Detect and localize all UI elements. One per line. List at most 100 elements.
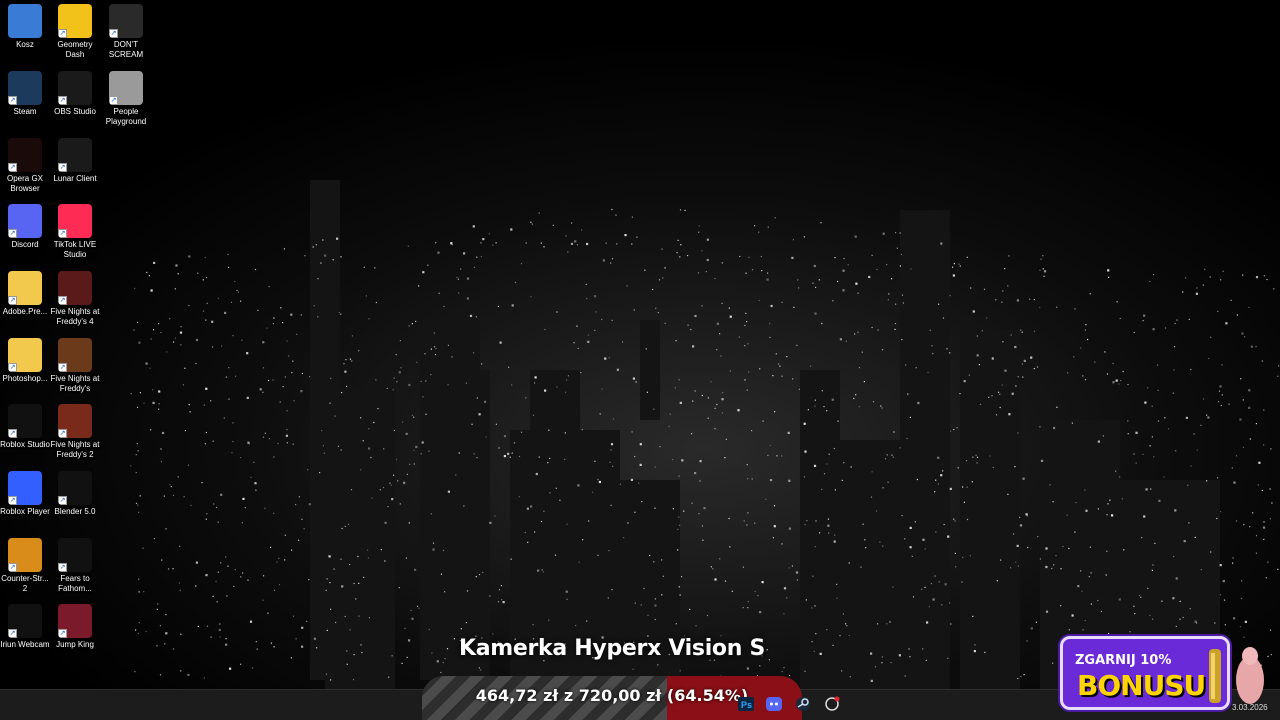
shortcut-arrow-icon: ↗ (58, 363, 67, 372)
desktop-icon[interactable]: ↗ TikTok LIVE Studio (50, 200, 100, 260)
folder-icon: ↗ (8, 271, 42, 305)
desktop-icon[interactable]: ↗ Fears to Fathom... (50, 534, 100, 594)
desktop-icon[interactable]: ↗ Iriun Webcam (0, 600, 50, 650)
fears-to-fathom-icon: ↗ (58, 538, 92, 572)
desktop-icon-label: Lunar Client (53, 174, 97, 183)
desktop-icon-label: Photoshop... (2, 374, 48, 383)
recycle-bin-icon (8, 4, 42, 38)
roblox-studio-icon: ↗ (8, 404, 42, 438)
desktop-icon[interactable]: ↗ Five Nights at Freddy's 4 (50, 267, 100, 327)
desktop-icon-label: Counter-Str... 2 (1, 574, 49, 593)
desktop-icon[interactable]: ↗ Counter-Str... 2 (0, 534, 50, 594)
shortcut-arrow-icon: ↗ (8, 229, 17, 238)
shortcut-arrow-icon: ↗ (58, 296, 67, 305)
svg-text:Ps: Ps (741, 700, 752, 710)
steam-icon[interactable] (793, 694, 813, 714)
discord-icon[interactable] (764, 694, 784, 714)
geometry-dash-icon: ↗ (58, 4, 92, 38)
obs-icon: ↗ (58, 71, 92, 105)
desktop-icon[interactable]: ↗ Jump King (50, 600, 100, 650)
city-night-wallpaper (0, 0, 1280, 690)
counter-strike-icon: ↗ (8, 538, 42, 572)
desktop-icon-label: OBS Studio (54, 107, 96, 116)
dont-scream-icon: ↗ (109, 4, 143, 38)
promo-line-1: ZGARNIJ 10% (1075, 653, 1172, 668)
desktop-icon-label: Iriun Webcam (0, 640, 50, 649)
shortcut-arrow-icon: ↗ (58, 229, 67, 238)
desktop-icon-label: People Playground (105, 107, 147, 126)
blender-icon: ↗ (58, 471, 92, 505)
roblox-player-icon: ↗ (8, 471, 42, 505)
shortcut-arrow-icon: ↗ (58, 563, 67, 572)
desktop-icon[interactable]: ↗ DON'T SCREAM (101, 0, 151, 60)
shortcut-arrow-icon: ↗ (109, 29, 118, 38)
shortcut-arrow-icon: ↗ (8, 96, 17, 105)
desktop-icon-label: Kosz (16, 40, 34, 49)
shortcut-arrow-icon: ↗ (58, 429, 67, 438)
desktop-icon[interactable]: Kosz (0, 0, 50, 50)
desktop-icon[interactable]: ↗ Adobe.Pre... (0, 267, 50, 317)
desktop-icon[interactable]: ↗ OBS Studio (50, 67, 100, 117)
shortcut-arrow-icon: ↗ (58, 496, 67, 505)
desktop-icon[interactable]: ↗ Geometry Dash (50, 0, 100, 60)
desktop-icon[interactable]: ↗ Roblox Studio (0, 400, 50, 450)
shortcut-arrow-icon: ↗ (8, 563, 17, 572)
desktop-icon-label: Five Nights at Freddy's 4 (50, 307, 100, 326)
shortcut-arrow-icon: ↗ (8, 363, 17, 372)
lunar-client-icon[interactable] (822, 694, 842, 714)
shortcut-arrow-icon: ↗ (58, 96, 67, 105)
desktop-icon[interactable]: ↗ Five Nights at Freddy's (50, 334, 100, 394)
desktop-icon-label: Five Nights at Freddy's (50, 374, 100, 393)
desktop-icon-label: Roblox Player (0, 507, 50, 516)
desktop-icon-label: Steam (13, 107, 37, 116)
desktop-icon[interactable]: ↗ Blender 5.0 (50, 467, 100, 517)
folder-icon: ↗ (8, 338, 42, 372)
desktop-icon-label: Five Nights at Freddy's 2 (50, 440, 100, 459)
people-playground-icon: ↗ (109, 71, 143, 105)
discord-icon: ↗ (8, 204, 42, 238)
bonus-promo-banner[interactable]: ZGARNIJ 10% BONUSU (1060, 636, 1230, 710)
shortcut-arrow-icon: ↗ (8, 429, 17, 438)
desktop-icon-label: Jump King (56, 640, 94, 649)
desktop-icon-label: Opera GX Browser (6, 174, 43, 193)
shortcut-arrow-icon: ↗ (109, 96, 118, 105)
desktop-icon[interactable]: ↗ Opera GX Browser (0, 134, 50, 194)
desktop-icon[interactable]: ↗ Lunar Client (50, 134, 100, 184)
desktop-icon-label: Adobe.Pre... (2, 307, 48, 316)
desktop-icon-label: TikTok LIVE Studio (53, 240, 97, 259)
shortcut-arrow-icon: ↗ (58, 29, 67, 38)
shortcut-arrow-icon: ↗ (8, 296, 17, 305)
desktop-icon[interactable]: ↗ Steam (0, 67, 50, 117)
gold-trophy-icon (1209, 649, 1221, 703)
mascot-icon (1236, 647, 1264, 704)
desktop-icon[interactable]: ↗ Five Nights at Freddy's 2 (50, 400, 100, 460)
shortcut-arrow-icon: ↗ (8, 496, 17, 505)
taskbar-date: 3.03.2026 (1232, 703, 1268, 712)
photoshop-icon[interactable]: Ps (736, 694, 756, 714)
desktop-icon-label: Geometry Dash (57, 40, 93, 59)
goal-title: Kamerka Hyperx Vision S (458, 636, 766, 661)
promo-line-2: BONUSU (1077, 669, 1206, 702)
desktop-icon-label: Roblox Studio (0, 440, 50, 449)
tiktok-live-icon: ↗ (58, 204, 92, 238)
fnaf-icon: ↗ (58, 338, 92, 372)
fnaf4-icon: ↗ (58, 271, 92, 305)
opera-gx-icon: ↗ (8, 138, 42, 172)
jump-king-icon: ↗ (58, 604, 92, 638)
desktop-icon[interactable]: ↗ Roblox Player (0, 467, 50, 517)
shortcut-arrow-icon: ↗ (58, 629, 67, 638)
desktop-icon[interactable]: ↗ Discord (0, 200, 50, 250)
fnaf2-icon: ↗ (58, 404, 92, 438)
shortcut-arrow-icon: ↗ (8, 163, 17, 172)
desktop-icon-label: Discord (11, 240, 39, 249)
lunar-client-icon: ↗ (58, 138, 92, 172)
steam-icon: ↗ (8, 71, 42, 105)
desktop-icon[interactable]: ↗ Photoshop... (0, 334, 50, 384)
desktop-icon-label: Fears to Fathom... (58, 574, 92, 593)
desktop-icon[interactable]: ↗ People Playground (101, 67, 151, 127)
iriun-webcam-icon: ↗ (8, 604, 42, 638)
shortcut-arrow-icon: ↗ (58, 163, 67, 172)
desktop-icon-label: Blender 5.0 (54, 507, 96, 516)
desktop-icon-label: DON'T SCREAM (108, 40, 144, 59)
shortcut-arrow-icon: ↗ (8, 629, 17, 638)
